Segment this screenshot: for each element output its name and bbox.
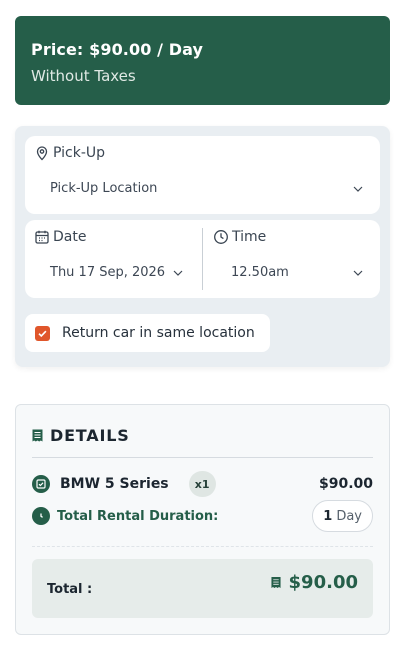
return-same-location-label: Return car in same location <box>62 325 255 341</box>
details-card: DETAILS BMW 5 Series x1 $90.00 Total Ren… <box>15 404 390 635</box>
total-box: Total : $90.00 <box>32 559 373 618</box>
pickup-select[interactable]: Pick-Up Location <box>50 181 364 196</box>
pickup-field[interactable]: Pick-Up Pick-Up Location <box>25 136 380 214</box>
details-divider <box>32 457 373 458</box>
pickup-label-row: Pick-Up <box>34 145 105 161</box>
time-label-row: Time <box>213 229 266 245</box>
details-title: DETAILS <box>50 426 130 445</box>
car-name: BMW 5 Series <box>60 476 169 492</box>
location-pin-icon <box>36 146 48 161</box>
clock-icon <box>214 230 228 244</box>
receipt-icon <box>32 429 43 442</box>
price-tax-note: Without Taxes <box>31 67 136 85</box>
date-field[interactable]: Date Thu 17 Sep, 2026 <box>25 220 202 298</box>
receipt-icon <box>270 577 281 588</box>
date-select[interactable]: Thu 17 Sep, 2026 <box>50 265 184 280</box>
date-label-row: Date <box>34 229 86 245</box>
date-label: Date <box>53 229 87 245</box>
return-same-location-toggle[interactable]: Return car in same location <box>25 314 270 352</box>
chevron-down-icon <box>353 186 363 192</box>
checkmark-icon <box>38 330 47 337</box>
total-label: Total : <box>47 582 93 597</box>
return-same-location-checkbox[interactable] <box>35 325 50 341</box>
time-value: 12.50am <box>231 265 289 280</box>
duration-icon <box>32 507 50 525</box>
date-value: Thu 17 Sep, 2026 <box>50 265 166 280</box>
pickup-label: Pick-Up <box>53 145 106 161</box>
rental-duration-unit: Day <box>336 508 362 524</box>
car-line-item: BMW 5 Series x1 $90.00 <box>32 471 373 497</box>
booking-form: Pick-Up Pick-Up Location Date Thu 17 Sep… <box>15 126 390 367</box>
details-dashed-divider <box>32 546 373 547</box>
time-field[interactable]: Time 12.50am <box>203 220 380 298</box>
rental-duration-label: Total Rental Duration: <box>57 508 219 524</box>
calendar-icon <box>35 230 49 244</box>
rental-duration-count: 1 <box>323 508 333 524</box>
total-amount: $90.00 <box>270 572 358 593</box>
chevron-down-icon <box>173 270 183 276</box>
rental-duration-badge: 1 Day <box>312 500 373 532</box>
price-card: Price: $90.00 / Day Without Taxes <box>15 16 390 105</box>
datetime-field: Date Thu 17 Sep, 2026 Time 12.50am <box>25 220 380 298</box>
rental-duration-row: Total Rental Duration: 1 Day <box>32 500 373 532</box>
car-price: $90.00 <box>318 476 373 492</box>
clock-icon <box>40 513 43 518</box>
time-label: Time <box>232 229 267 245</box>
chevron-down-icon <box>353 270 363 276</box>
car-quantity-badge: x1 <box>188 471 216 497</box>
car-item-icon <box>32 475 50 493</box>
check-square-icon <box>36 479 46 489</box>
time-select[interactable]: 12.50am <box>231 265 364 280</box>
total-value: $90.00 <box>288 572 358 593</box>
price-per-day: Price: $90.00 / Day <box>31 40 204 59</box>
details-header: DETAILS <box>32 426 130 445</box>
pickup-value: Pick-Up Location <box>50 181 158 196</box>
